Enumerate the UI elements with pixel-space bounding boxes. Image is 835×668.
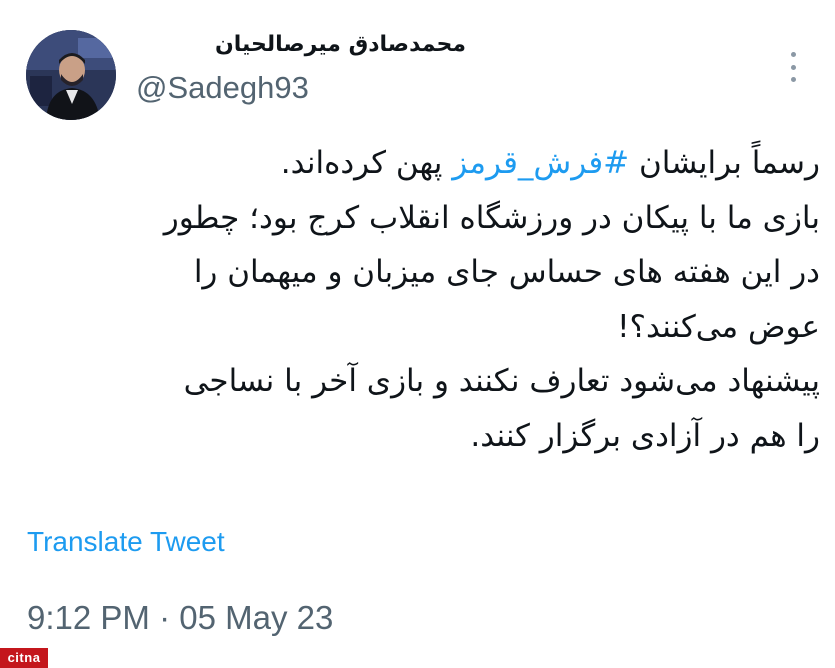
more-vertical-icon-dot [790,77,796,82]
more-vertical-icon-dot [790,64,796,70]
tweet-line-3: در این هفته های حساس جای میزبان و میهمان… [193,254,820,291]
author-info: محمدصادق میرصالحیان @Sadegh93 [136,30,466,108]
tweet-line-2: بازی ما با پیکان در ورزشگاه انقلاب کرج ب… [163,199,820,236]
more-vertical-icon [790,52,796,57]
more-options-button[interactable] [780,52,806,82]
avatar[interactable] [26,30,116,120]
tweet-line-1: رسماً برایشان #فرش_قرمز پهن کرده‌اند. [20,136,820,191]
watermark-logo: citna [0,648,48,668]
tweet-line-4: عوض می‌کنند؟! [617,308,820,345]
author-display-name[interactable]: محمدصادق میرصالحیان [136,30,466,60]
tweet-text-segment: پهن کرده‌اند. [280,145,453,181]
tweet-line-6: را هم در آزادی برگزار کنند. [470,417,820,454]
tweet-timestamp[interactable]: 9:12 PM · 05 May 23 [27,598,333,638]
tweet-text-segment: رسماً برایشان [629,145,820,181]
translate-tweet-link[interactable]: Translate Tweet [27,524,225,560]
tweet-header: محمدصادق میرصالحیان @Sadegh93 [0,0,835,130]
tweet-line-5: پیشنهاد می‌شود تعارف نکنند و بازی آخر با… [183,363,820,400]
tweet-text: رسماً برایشان #فرش_قرمز پهن کرده‌اند. با… [20,136,820,464]
profile-photo-icon [26,30,116,120]
tweet-card: محمدصادق میرصالحیان @Sadegh93 رسماً برای… [0,0,835,668]
author-handle[interactable]: @Sadegh93 [136,68,466,108]
hashtag-link[interactable]: #فرش_قرمز [452,145,629,181]
